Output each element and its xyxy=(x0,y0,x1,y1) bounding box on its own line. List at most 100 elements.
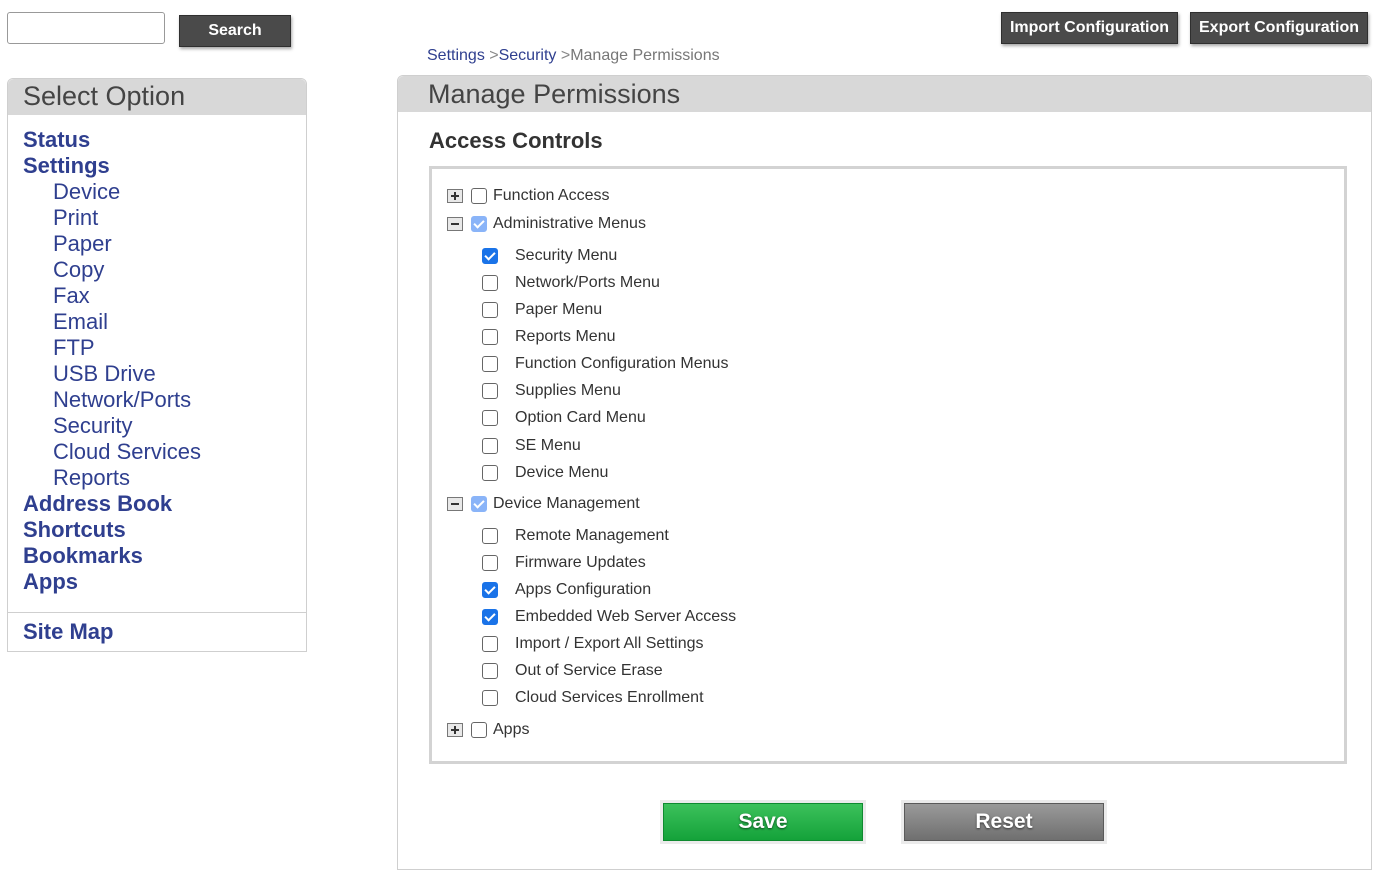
checkbox-import-export-all-settings[interactable] xyxy=(482,636,498,652)
sidebar-item-fax[interactable]: Fax xyxy=(8,283,306,309)
permission-item-cloud-services-enrollment: Cloud Services Enrollment xyxy=(482,689,704,707)
sidebar-item-email[interactable]: Email xyxy=(8,309,306,335)
sidebar-item-settings[interactable]: Settings xyxy=(8,153,306,179)
permission-label: Option Card Menu xyxy=(515,409,646,426)
sidebar-nav: Status Settings Device Print Paper Copy Fax Ema… xyxy=(8,115,306,595)
permission-label: Apps xyxy=(493,721,530,738)
permission-label: Device Management xyxy=(493,495,640,512)
permission-item-apps-configuration: Apps Configuration xyxy=(482,581,651,599)
permission-item-remote-management: Remote Management xyxy=(482,527,669,545)
checkbox-supplies-menu[interactable] xyxy=(482,383,498,399)
permission-label: Paper Menu xyxy=(515,301,603,318)
permission-label: Apps Configuration xyxy=(515,581,652,598)
permission-item-out-of-service-erase: Out of Service Erase xyxy=(482,662,663,680)
checkbox-paper-menu[interactable] xyxy=(482,302,498,318)
permission-item-reports-menu: Reports Menu xyxy=(482,328,616,346)
permission-label: Function Access xyxy=(493,187,610,204)
permission-group-device-management: Device Management xyxy=(447,495,640,513)
permission-label: Device Menu xyxy=(515,464,609,481)
sidebar-item-ftp[interactable]: FTP xyxy=(8,335,306,361)
permission-label: Supplies Menu xyxy=(515,382,621,399)
search-button[interactable]: Search xyxy=(179,15,291,47)
permission-label: Reports Menu xyxy=(515,328,616,345)
site-map-link[interactable]: Site Map xyxy=(23,619,113,645)
sidebar-item-apps[interactable]: Apps xyxy=(8,569,306,595)
breadcrumb-separator: > xyxy=(560,47,571,64)
sidebar-item-paper[interactable]: Paper xyxy=(8,231,306,257)
checkbox-embedded-web-server-access[interactable] xyxy=(482,609,498,625)
checkbox-security-menu[interactable] xyxy=(482,248,498,264)
permission-item-se-menu: SE Menu xyxy=(482,437,581,455)
permission-item-firmware-updates: Firmware Updates xyxy=(482,554,646,572)
page-title: Manage Permissions xyxy=(398,76,1371,112)
sidebar-item-address-book[interactable]: Address Book xyxy=(8,491,306,517)
checkbox-remote-management[interactable] xyxy=(482,528,498,544)
sidebar-item-device[interactable]: Device xyxy=(8,179,306,205)
permission-group-administrative-menus: Administrative Menus xyxy=(447,215,646,233)
checkbox-firmware-updates[interactable] xyxy=(482,555,498,571)
permission-label: Remote Management xyxy=(515,527,669,544)
reset-button[interactable]: Reset xyxy=(904,803,1104,841)
sidebar-item-security[interactable]: Security xyxy=(8,413,306,439)
sidebar-item-network-ports[interactable]: Network/Ports xyxy=(8,387,306,413)
checkbox-out-of-service-erase[interactable] xyxy=(482,663,498,679)
export-configuration-button[interactable]: Export Configuration xyxy=(1190,12,1368,44)
expand-icon[interactable] xyxy=(447,723,463,737)
sidebar-item-status[interactable]: Status xyxy=(8,127,306,153)
sidebar-divider xyxy=(8,612,306,613)
section-title: Access Controls xyxy=(429,128,603,153)
checkbox-function-access[interactable] xyxy=(471,188,487,204)
checkbox-option-card-menu[interactable] xyxy=(482,410,498,426)
checkbox-apps[interactable] xyxy=(471,722,487,738)
breadcrumb-security[interactable]: Security xyxy=(499,47,557,64)
permission-item-import-export-all-settings: Import / Export All Settings xyxy=(482,635,704,653)
permission-item-option-card-menu: Option Card Menu xyxy=(482,409,646,427)
collapse-icon[interactable] xyxy=(447,497,463,511)
permission-item-supplies-menu: Supplies Menu xyxy=(482,382,621,400)
permission-label: Network/Ports Menu xyxy=(515,274,660,291)
permission-item-paper-menu: Paper Menu xyxy=(482,301,602,319)
checkbox-device-management[interactable] xyxy=(471,496,487,512)
permission-label: Cloud Services Enrollment xyxy=(515,689,704,706)
permission-label: Function Configuration Menus xyxy=(515,355,729,372)
checkbox-se-menu[interactable] xyxy=(482,438,498,454)
collapse-icon[interactable] xyxy=(447,217,463,231)
permission-label: Firmware Updates xyxy=(515,554,646,571)
save-button[interactable]: Save xyxy=(663,803,863,841)
checkbox-function-configuration-menus[interactable] xyxy=(482,356,498,372)
checkbox-apps-configuration[interactable] xyxy=(482,582,498,598)
import-configuration-button[interactable]: Import Configuration xyxy=(1001,12,1178,44)
checkbox-network-ports-menu[interactable] xyxy=(482,275,498,291)
permission-label: Security Menu xyxy=(515,247,618,264)
permission-group-apps: Apps xyxy=(447,721,529,739)
sidebar: Select Option Status Settings Device Print P… xyxy=(7,78,307,652)
breadcrumb-settings[interactable]: Settings xyxy=(427,47,485,64)
permission-item-embedded-web-server-access: Embedded Web Server Access xyxy=(482,608,736,626)
checkbox-cloud-services-enrollment[interactable] xyxy=(482,690,498,706)
sidebar-item-reports[interactable]: Reports xyxy=(8,465,306,491)
breadcrumb-separator: > xyxy=(489,47,499,64)
permission-label: Out of Service Erase xyxy=(515,662,663,679)
permission-label: Import / Export All Settings xyxy=(515,635,704,652)
sidebar-item-bookmarks[interactable]: Bookmarks xyxy=(8,543,306,569)
breadcrumb: Settings >Security >Manage Permissions xyxy=(427,47,720,65)
access-controls-tree: Function Access Administrative Menus Secur… xyxy=(429,166,1347,764)
permission-item-network-ports-menu: Network/Ports Menu xyxy=(482,274,660,292)
sidebar-item-usb-drive[interactable]: USB Drive xyxy=(8,361,306,387)
sidebar-item-print[interactable]: Print xyxy=(8,205,306,231)
sidebar-item-shortcuts[interactable]: Shortcuts xyxy=(8,517,306,543)
checkbox-administrative-menus[interactable] xyxy=(471,216,487,232)
checkbox-reports-menu[interactable] xyxy=(482,329,498,345)
search-input[interactable] xyxy=(7,12,165,44)
main-panel: Manage Permissions Access Controls Funct… xyxy=(397,75,1372,870)
expand-icon[interactable] xyxy=(447,189,463,203)
permission-item-function-configuration-menus: Function Configuration Menus xyxy=(482,355,728,373)
permission-label: Embedded Web Server Access xyxy=(515,608,737,625)
permission-item-device-menu: Device Menu xyxy=(482,464,608,482)
sidebar-item-copy[interactable]: Copy xyxy=(8,257,306,283)
checkbox-device-menu[interactable] xyxy=(482,465,498,481)
permission-group-function-access: Function Access xyxy=(447,187,610,205)
permission-label: Administrative Menus xyxy=(493,215,646,232)
permission-item-security-menu: Security Menu xyxy=(482,247,617,265)
sidebar-item-cloud-services[interactable]: Cloud Services xyxy=(8,439,306,465)
